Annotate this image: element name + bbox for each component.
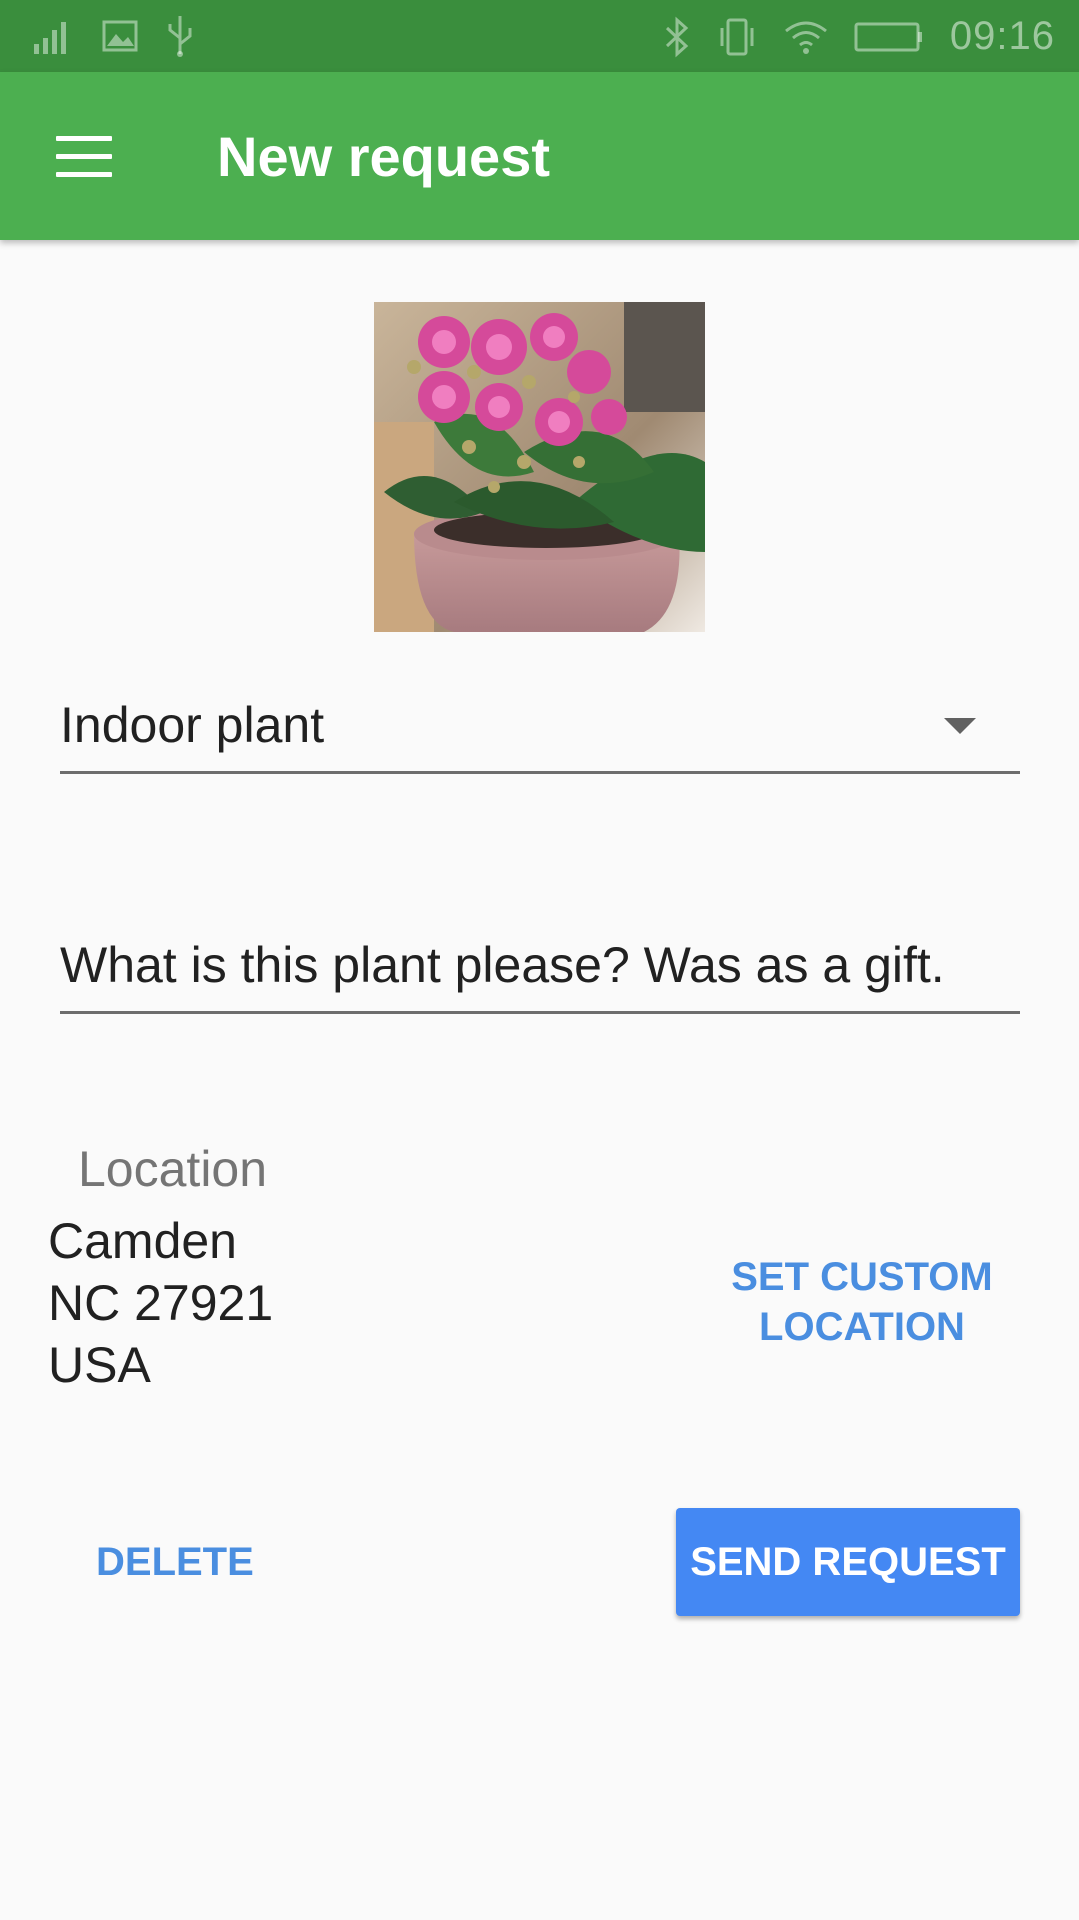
location-city: Camden [48, 1213, 237, 1269]
status-bar: 09:16 [0, 0, 1079, 72]
page-title: New request [217, 125, 550, 188]
wifi-icon [784, 21, 827, 54]
chevron-down-icon [944, 718, 976, 734]
location-state-zip: NC 27921 [48, 1275, 274, 1331]
category-value: Indoor plant [60, 697, 325, 753]
bluetooth-icon [665, 16, 689, 57]
vibrate-icon [720, 18, 754, 55]
location-country: USA [48, 1337, 151, 1393]
plant-photo[interactable] [374, 302, 705, 632]
status-time: 09:16 [949, 14, 1055, 58]
usb-icon [168, 16, 192, 57]
signal-icon [34, 22, 66, 54]
location-label: Location [78, 1141, 268, 1197]
menu-icon[interactable] [56, 134, 112, 178]
question-field[interactable]: What is this plant please? Was as a gift… [60, 920, 1020, 1014]
question-value: What is this plant please? Was as a gift… [60, 937, 945, 993]
send-request-button[interactable]: SEND REQUEST [676, 1508, 1020, 1616]
status-right-icons: 09:16 [664, 14, 1055, 59]
delete-button[interactable]: DELETE [96, 1540, 254, 1585]
plant-photo-image [374, 302, 705, 632]
category-dropdown[interactable]: Indoor plant [60, 680, 1020, 774]
send-request-label: SEND REQUEST [690, 1539, 1006, 1584]
set-custom-location-button[interactable]: SET CUSTOM LOCATION [712, 1252, 1012, 1352]
image-icon [102, 20, 138, 52]
app-bar: New request [0, 72, 1079, 240]
status-left-icons [32, 14, 196, 58]
battery-icon [854, 22, 922, 51]
